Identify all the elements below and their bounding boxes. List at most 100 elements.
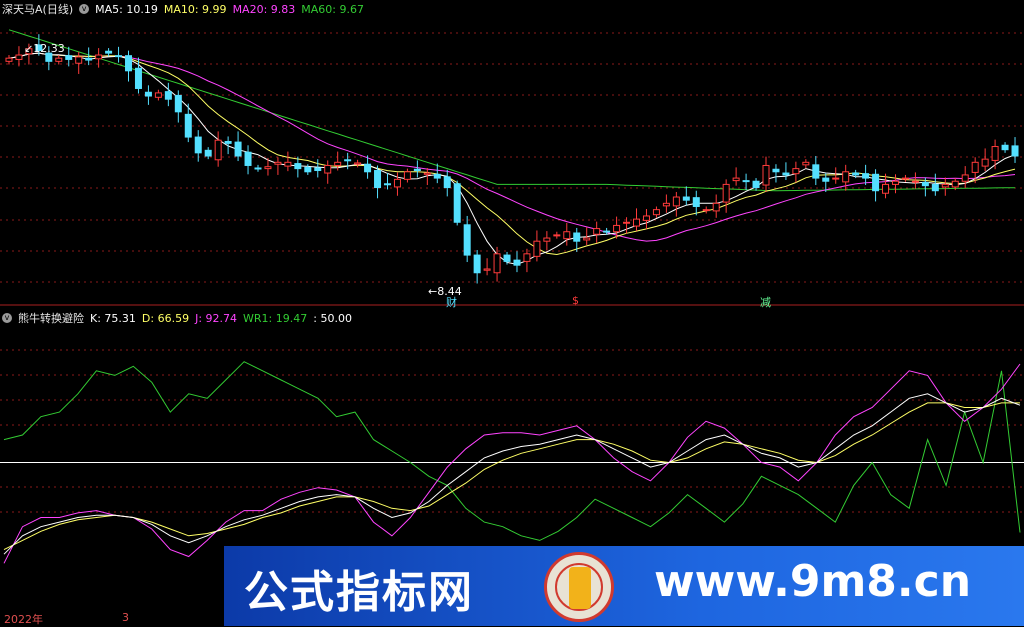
price-legend: 深天马A (日线) v MA5: 10.19 MA10: 9.99 MA20: …	[2, 1, 364, 17]
candle-body	[284, 161, 292, 167]
watermark-left-text: 公式指标网	[244, 567, 474, 618]
candle-body	[443, 176, 451, 189]
k-line	[3, 393, 1021, 555]
ma5-line	[8, 52, 1016, 265]
candle-body	[523, 253, 531, 262]
candle-body	[334, 161, 342, 166]
year-label: 2022年	[4, 613, 43, 626]
candle-body	[702, 209, 710, 212]
candle-body	[692, 197, 700, 207]
candle-body	[712, 202, 720, 212]
candle-body	[543, 237, 551, 242]
j-value: J: 92.74	[195, 311, 238, 325]
candle-body	[951, 180, 959, 188]
candle-body	[872, 173, 880, 192]
j-line	[3, 363, 1021, 564]
candle-body	[234, 141, 242, 157]
mid-value: : 50.00	[313, 311, 352, 325]
signal-marker-2: $	[572, 294, 579, 307]
candle-body	[144, 91, 152, 97]
candle-body	[75, 56, 83, 64]
candle-body	[603, 230, 611, 233]
ma60-line	[8, 29, 1016, 192]
candle-body	[802, 161, 810, 166]
candle-body	[573, 232, 581, 242]
watermark-right-text: www.9m8.cn	[654, 556, 972, 607]
candle-body	[563, 231, 571, 240]
candle-body	[194, 136, 202, 154]
candle-body	[882, 183, 890, 194]
candle-body	[344, 159, 352, 162]
candle-body	[682, 196, 690, 201]
candle-body	[782, 172, 790, 176]
high-value: 12.33	[33, 42, 65, 55]
logo-core	[569, 567, 591, 609]
candle-body	[154, 92, 162, 98]
candle-body	[204, 149, 212, 157]
candle-body	[503, 254, 511, 262]
candle-body	[762, 164, 770, 186]
ma60-value: MA60: 9.67	[301, 2, 364, 16]
legend-toggle-icon[interactable]: v	[79, 4, 90, 14]
candle-body	[792, 168, 800, 175]
stock-name: 深天马A	[2, 3, 43, 16]
candle-body	[493, 253, 501, 274]
candle-body	[184, 113, 192, 138]
candle-body	[403, 171, 411, 180]
watermark-logo	[544, 552, 614, 622]
candle-body	[981, 158, 989, 167]
ma10-layer	[8, 52, 1016, 256]
candle-body	[1001, 144, 1009, 151]
ma20-line	[8, 52, 1016, 242]
candle-body	[393, 178, 401, 188]
candle-body	[842, 171, 850, 183]
candle-body	[623, 221, 631, 224]
candle-body	[105, 50, 113, 54]
candle-body	[513, 259, 521, 266]
indicator-toggle-icon[interactable]: v	[2, 313, 12, 323]
candle-body	[672, 196, 680, 207]
candle-body	[822, 177, 830, 182]
candle-body	[274, 161, 282, 165]
candle-body	[5, 57, 13, 62]
candle-body	[852, 172, 860, 176]
price-grid	[0, 32, 1024, 283]
candle-body	[652, 209, 660, 216]
ma5-layer	[8, 52, 1016, 265]
time-axis: 2022年 3	[0, 609, 224, 626]
candle-body	[423, 172, 431, 175]
candle-body	[413, 168, 421, 172]
ma60-layer	[8, 29, 1016, 192]
high-annotation: ↙12.33	[24, 42, 65, 55]
high-arrow-icon: ↙	[24, 42, 34, 55]
candle-body	[752, 180, 760, 189]
candle-body	[15, 54, 23, 60]
candle-body	[214, 139, 222, 161]
candle-body	[95, 54, 103, 60]
d-value: D: 66.59	[141, 311, 190, 325]
candle-body	[354, 162, 362, 165]
candle-body	[593, 228, 601, 235]
candle-body	[174, 94, 182, 113]
candle-body	[862, 173, 870, 179]
candle-body	[961, 174, 969, 182]
signal-marker-3: 减	[760, 296, 771, 309]
candle-body	[125, 55, 133, 72]
candle-body	[832, 177, 840, 180]
candle-body	[991, 146, 999, 161]
candle-body	[891, 180, 899, 185]
candle-body	[583, 237, 591, 241]
candle-body	[264, 166, 272, 170]
candle-body	[732, 177, 740, 182]
candle-body	[971, 161, 979, 173]
candle-body	[65, 55, 73, 60]
indicator-legend: v 熊牛转换避险 K: 75.31 D: 66.59 J: 92.74 WR1:…	[2, 310, 352, 326]
signal-marker-1: 财	[446, 296, 457, 309]
candle-body	[911, 180, 919, 183]
candle-body	[453, 183, 461, 223]
candle-body	[134, 67, 142, 89]
candle-body	[115, 55, 123, 58]
candle-body	[254, 167, 262, 170]
wr1-line	[3, 361, 1021, 541]
candle-body	[742, 180, 750, 183]
